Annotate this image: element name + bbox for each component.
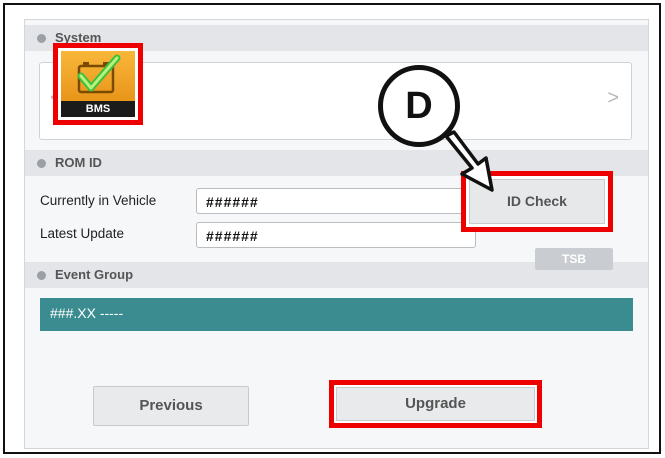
bullet-icon (37, 271, 46, 280)
event-group-section-title: Event Group (55, 267, 134, 282)
carousel-next-icon[interactable]: > (607, 87, 619, 110)
callout-arrow-icon (444, 130, 494, 192)
latest-rom-label: Latest Update (40, 226, 125, 241)
battery-check-icon (77, 54, 121, 94)
current-rom-field: ###### (196, 188, 476, 214)
bms-tile-highlight: BMS (53, 43, 143, 125)
rom-id-section-title: ROM ID (55, 155, 102, 170)
previous-button[interactable]: Previous (93, 386, 249, 426)
bms-tile-label: BMS (61, 101, 135, 117)
current-rom-label: Currently in Vehicle (40, 193, 157, 208)
upgrade-button[interactable]: Upgrade (336, 387, 535, 421)
upgrade-highlight: Upgrade (329, 380, 542, 428)
bullet-icon (37, 159, 46, 168)
tsb-button[interactable]: TSB (535, 248, 613, 270)
bullet-icon (37, 34, 46, 43)
latest-rom-field: ###### (196, 222, 476, 248)
bms-system-tile[interactable]: BMS (61, 51, 135, 117)
screenshot-frame: System < > ROM ID Currently in Vehicle #… (3, 3, 661, 454)
event-list-item[interactable]: ###.XX ----- (40, 298, 633, 331)
